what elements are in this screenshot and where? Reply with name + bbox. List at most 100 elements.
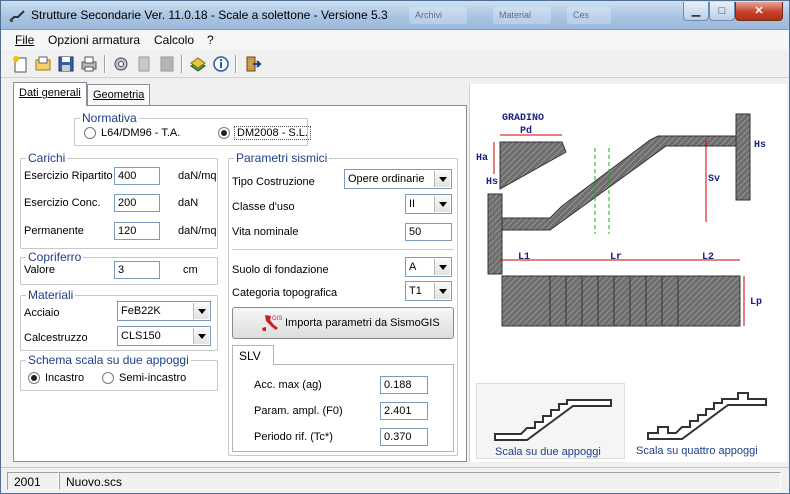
app-window: Strutture Secondarie Ver. 11.0.18 - Scal… [0, 0, 790, 494]
lr-label: Lr [610, 252, 622, 263]
scheme-option-quattro-appoggi[interactable]: Scala su quattro appoggi [632, 383, 782, 459]
calcestruzzo-label: Calcestruzzo [24, 332, 88, 344]
lp-label: Lp [750, 297, 762, 308]
periodo-rif-input[interactable]: 0.370 [380, 428, 428, 446]
classe-uso-select[interactable]: II [405, 194, 452, 214]
vita-nominale-label: Vita nominale [232, 226, 299, 238]
new-file-icon[interactable] [10, 54, 30, 74]
menu-file[interactable]: File [15, 33, 34, 47]
page-gray-icon[interactable] [157, 54, 177, 74]
italy-map-icon: GIS [262, 315, 282, 331]
hs-right-label: Hs [754, 140, 766, 151]
stair-diagram: GRADINO Pd Ha Hs Sv Hs L1 Lr L2 Lp [476, 113, 766, 327]
acciaio-value: FeB22K [121, 305, 161, 317]
tab-label: Dati generali [19, 87, 81, 99]
tipo-costruzione-select[interactable]: Opere ordinarie [344, 169, 452, 189]
stair-due-appoggi-icon [494, 399, 612, 441]
divider [232, 249, 454, 250]
radio-semi-incastro[interactable] [102, 372, 114, 384]
gradino-label: GRADINO [502, 113, 544, 124]
tab-slv-label: SLV [239, 349, 261, 363]
maximize-button[interactable]: □ [709, 2, 735, 21]
esercizio-conc-input[interactable]: 200 [114, 194, 160, 212]
suolo-fondazione-label: Suolo di fondazione [232, 264, 329, 276]
permanente-input[interactable]: 120 [114, 222, 160, 240]
settings-icon[interactable] [111, 54, 131, 74]
menu-calcolo[interactable]: Calcolo [154, 33, 194, 47]
title-bar[interactable]: Strutture Secondarie Ver. 11.0.18 - Scal… [1, 1, 789, 30]
tab-panel-dati-generali: Normativa L64/DM96 - T.A. DM2008 - S.L. … [13, 105, 467, 462]
right-pane: GRADINO Pd Ha Hs Sv Hs L1 Lr L2 Lp Scala… [469, 84, 787, 462]
info-icon[interactable] [211, 54, 231, 74]
tab-slv[interactable]: SLV [232, 345, 274, 365]
hs-left-label: Hs [486, 177, 498, 188]
tab-dati-generali[interactable]: Dati generali [13, 82, 87, 106]
categoria-topografica-label: Categoria topografica [232, 287, 338, 299]
radio-dm2008[interactable] [218, 127, 230, 139]
acc-max-input[interactable]: 0.188 [380, 376, 428, 394]
radio-incastro[interactable] [28, 372, 40, 384]
radio-l64-label: L64/DM96 - T.A. [101, 127, 181, 139]
close-button[interactable]: ✕ [735, 2, 783, 21]
page-icon[interactable] [134, 54, 154, 74]
tipo-costruzione-label: Tipo Costruzione [232, 176, 315, 188]
esercizio-conc-label: Esercizio Conc. [24, 197, 101, 209]
chevron-down-icon[interactable] [434, 196, 450, 212]
copriferro-input[interactable]: 3 [114, 261, 160, 279]
classe-uso-label: Classe d'uso [232, 201, 295, 213]
radio-semi-incastro-label: Semi-incastro [119, 372, 187, 384]
categoria-topografica-select[interactable]: T1 [405, 281, 452, 301]
tab-geometria[interactable]: Geometria [87, 84, 151, 106]
ghost-taskbar-item: Material [493, 7, 551, 24]
permanente-label: Permanente [24, 225, 84, 237]
chevron-down-icon[interactable] [434, 283, 450, 299]
print-icon[interactable] [79, 54, 99, 74]
esercizio-conc-unit: daN [178, 197, 199, 209]
periodo-rif-label: Periodo rif. (Tc*) [254, 431, 333, 443]
tipo-costruzione-value: Opere ordinarie [348, 173, 425, 185]
minimize-button[interactable]: ▁ [683, 2, 709, 21]
gradino-section [499, 141, 567, 190]
scheme-option-quattro-appoggi-label: Scala su quattro appoggi [636, 445, 758, 457]
acciaio-label: Acciaio [24, 307, 60, 319]
importa-sismogis-button[interactable]: GIS Importa parametri da SismoGIS [232, 307, 454, 339]
chevron-down-icon[interactable] [434, 259, 450, 275]
toolbar-separator [181, 55, 183, 73]
materiali-title: Materiali [26, 288, 76, 302]
status-file: Nuovo.scs [59, 472, 781, 490]
status-year: 2001 [7, 472, 59, 490]
ghost-taskbar-item: Archivi [409, 7, 467, 24]
menu-opzioni-armatura[interactable]: Opzioni armatura [48, 33, 140, 47]
sismici-title: Parametri sismici [234, 151, 330, 165]
param-ampl-input[interactable]: 2.401 [380, 402, 428, 420]
l1-label: L1 [518, 252, 530, 263]
stair-quattro-appoggi-icon [647, 392, 767, 440]
exit-icon[interactable] [242, 54, 262, 74]
vita-nominale-input[interactable]: 50 [405, 223, 452, 241]
menu-help[interactable]: ? [207, 33, 214, 47]
schema-title: Schema scala su due appoggi [26, 353, 191, 367]
suolo-fondazione-select[interactable]: A [405, 257, 452, 277]
esercizio-ripartito-input[interactable]: 400 [114, 167, 160, 185]
left-pane: Dati generali Geometria Normativa L64/DM… [9, 82, 469, 462]
chevron-down-icon[interactable] [193, 328, 209, 344]
scheme-option-due-appoggi[interactable]: Scala su due appoggi [476, 383, 625, 459]
toolbar [1, 50, 789, 78]
calcestruzzo-select[interactable]: CLS150 [117, 326, 211, 346]
esercizio-ripartito-label: Esercizio Ripartito [24, 170, 113, 182]
copriferro-label: Valore [24, 264, 55, 276]
calcestruzzo-value: CLS150 [121, 330, 161, 342]
right-wall [735, 113, 751, 201]
acciaio-select[interactable]: FeB22K [117, 301, 211, 321]
esercizio-ripartito-unit: daN/mq [178, 170, 217, 182]
open-folder-icon[interactable] [33, 54, 53, 74]
menu-bar: File Opzioni armatura Calcolo ? [1, 30, 789, 50]
book-icon[interactable] [188, 54, 208, 74]
acc-max-label: Acc. max (ag) [254, 379, 322, 391]
carichi-title: Carichi [26, 151, 68, 165]
radio-dm2008-label: DM2008 - S.L. [234, 126, 311, 140]
radio-l64[interactable] [84, 127, 96, 139]
chevron-down-icon[interactable] [193, 303, 209, 319]
save-icon[interactable] [56, 54, 76, 74]
chevron-down-icon[interactable] [434, 171, 450, 187]
